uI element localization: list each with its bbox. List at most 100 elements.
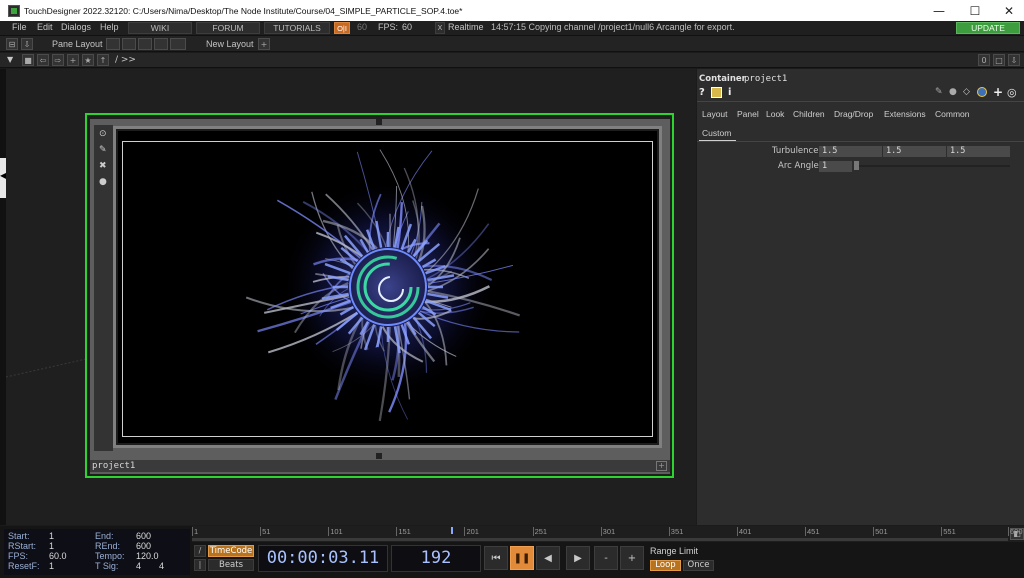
output-connector[interactable]	[376, 453, 382, 459]
edit-icon[interactable]: ✎	[935, 87, 943, 97]
rewind-icon[interactable]: ⏮	[484, 546, 508, 570]
wiki-button[interactable]: WIKI	[128, 22, 192, 34]
maximize-pane-icon[interactable]: □	[993, 54, 1005, 66]
rstart-value[interactable]: 1	[49, 541, 54, 551]
timeline-tick-mark	[873, 527, 875, 536]
arc-angle-slider-handle[interactable]	[854, 161, 859, 170]
tempo-value[interactable]: 120.0	[136, 551, 159, 561]
network-path[interactable]: / >>	[115, 55, 136, 65]
step-back-icon[interactable]: ◀	[536, 546, 560, 570]
tsig-b-value[interactable]: 4	[159, 561, 164, 571]
tsig-a-value[interactable]: 4	[136, 561, 141, 571]
turbulence-z-field[interactable]: 1.5	[947, 146, 1010, 157]
arc-angle-slider-track[interactable]	[854, 165, 1010, 167]
clear-icon[interactable]: ◇	[963, 87, 970, 97]
forward-icon[interactable]: ⇨	[52, 54, 64, 66]
tab-look[interactable]: Look	[766, 109, 784, 119]
home-icon[interactable]: +	[67, 54, 79, 66]
help-icon[interactable]: ?	[699, 87, 705, 98]
slash-icon[interactable]: /	[194, 545, 206, 557]
back-icon[interactable]: ⇦	[37, 54, 49, 66]
forum-button[interactable]: FORUM	[196, 22, 260, 34]
timeline-tick-mark	[736, 527, 738, 536]
add-param-icon[interactable]: +	[993, 85, 1003, 99]
end-value[interactable]: 600	[136, 531, 151, 541]
tab-panel[interactable]: Panel	[737, 109, 759, 119]
menu-edit[interactable]: Edit	[37, 22, 53, 32]
node-add-icon[interactable]: +	[656, 461, 667, 471]
playhead[interactable]	[451, 527, 454, 534]
beats-toggle[interactable]: Beats	[208, 559, 254, 571]
target-icon[interactable]: ◎	[1007, 86, 1017, 99]
node-name-label[interactable]: project1	[90, 460, 670, 472]
info-icon[interactable]: i	[728, 87, 731, 98]
timeline-tick-mark	[464, 527, 466, 536]
pane-split-icon[interactable]: ⊟	[6, 38, 18, 50]
frame-display[interactable]: 192	[391, 545, 481, 572]
pause-icon[interactable]: ❚❚	[510, 546, 534, 570]
minus-button[interactable]: -	[594, 546, 618, 570]
timeline-tick-label: 301	[602, 527, 616, 536]
tab-drag-drop[interactable]: Drag/Drop	[834, 109, 873, 119]
layout-3-icon[interactable]	[138, 38, 152, 50]
perform-mode-button[interactable]: O|I	[334, 22, 350, 34]
timeline-tick-mark	[328, 527, 330, 536]
python-help-icon[interactable]	[711, 87, 722, 98]
arc-angle-field[interactable]: 1	[819, 161, 852, 172]
python-icon[interactable]	[977, 87, 987, 97]
viewer-active-icon[interactable]: ⊙	[99, 129, 107, 139]
pane-import-icon[interactable]: ⇩	[21, 38, 33, 50]
tab-custom[interactable]: Custom	[702, 128, 731, 138]
rend-value[interactable]: 600	[136, 541, 151, 551]
play-icon[interactable]: ▶	[566, 546, 590, 570]
start-value[interactable]: 1	[49, 531, 54, 541]
comment-icon[interactable]: ●	[949, 87, 957, 97]
once-toggle[interactable]: Once	[683, 560, 714, 571]
tab-children[interactable]: Children	[793, 109, 825, 119]
close-button[interactable]: ✕	[992, 0, 1024, 21]
timecode-display[interactable]: 00:00:03.11	[258, 545, 388, 572]
menu-help[interactable]: Help	[100, 22, 119, 32]
turbulence-y-field[interactable]: 1.5	[883, 146, 946, 157]
display-icon[interactable]: ●	[99, 177, 107, 187]
fps-value[interactable]: 60.0	[49, 551, 67, 561]
pane-menu-icon[interactable]: ▼	[7, 55, 13, 64]
menu-file[interactable]: File	[12, 22, 27, 32]
timeline-tick-mark	[532, 527, 534, 536]
range-bar[interactable]	[192, 538, 1008, 541]
bar-icon[interactable]: |	[194, 559, 206, 571]
timeline-tick-label: 101	[330, 527, 343, 536]
stop-icon[interactable]: ■	[22, 54, 34, 66]
rstart-label: RStart:	[8, 541, 37, 551]
layout-5-icon[interactable]	[170, 38, 186, 50]
input-connector[interactable]	[376, 119, 382, 125]
loop-toggle[interactable]: Loop	[650, 560, 681, 571]
operator-name[interactable]: project1	[744, 74, 787, 84]
parent-icon[interactable]: ↑	[97, 54, 109, 66]
tab-layout[interactable]: Layout	[702, 109, 728, 119]
tutorials-button[interactable]: TUTORIALS	[264, 22, 330, 34]
plus-button[interactable]: +	[620, 546, 644, 570]
timecode-toggle[interactable]: TimeCode	[208, 545, 254, 557]
tab-extensions[interactable]: Extensions	[884, 109, 926, 119]
layout-2-icon[interactable]	[122, 38, 136, 50]
lock-icon[interactable]: ✖	[99, 161, 107, 171]
update-button[interactable]: UPDATE	[956, 22, 1020, 34]
layout-1-icon[interactable]	[106, 38, 120, 50]
resetf-value[interactable]: 1	[49, 561, 54, 571]
menu-dialogs[interactable]: Dialogs	[61, 22, 91, 32]
pane-count: 0	[978, 54, 990, 66]
timeline-tick-label: 201	[466, 527, 479, 536]
realtime-checkbox[interactable]: X	[435, 22, 445, 34]
title-bar: TouchDesigner 2022.32120: C:/Users/Nima/…	[0, 0, 1024, 21]
layout-4-icon[interactable]	[154, 38, 168, 50]
bypass-icon[interactable]: ✎	[99, 145, 107, 155]
maximize-button[interactable]: ☐	[958, 0, 992, 21]
minimize-button[interactable]: —	[922, 0, 956, 21]
pane-options-icon[interactable]: ⇩	[1008, 54, 1020, 66]
turbulence-x-field[interactable]: 1.5	[819, 146, 882, 157]
timeline-tick-mark	[668, 527, 670, 536]
bookmark-icon[interactable]: ★	[82, 54, 94, 66]
tab-common[interactable]: Common	[935, 109, 969, 119]
add-layout-button[interactable]: +	[258, 38, 270, 50]
